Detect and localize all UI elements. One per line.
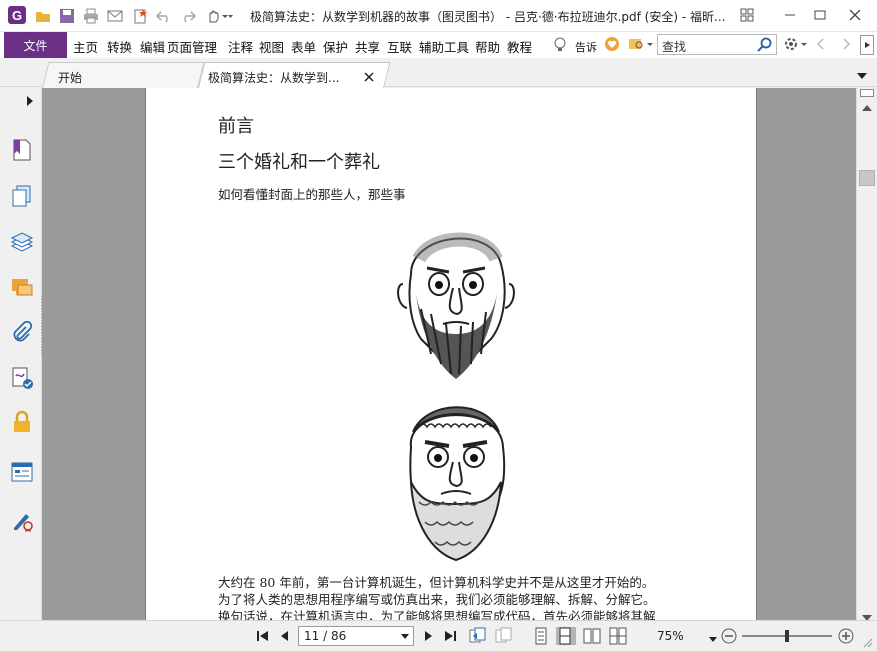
next-page-icon[interactable] xyxy=(419,627,437,645)
status-bar: 11 / 86 75% xyxy=(0,620,877,651)
undo-icon[interactable] xyxy=(155,8,172,24)
hand-tool-dropdown-icon[interactable] xyxy=(205,8,233,24)
find-options-icon[interactable] xyxy=(628,36,654,55)
heading-chapter: 三个婚礼和一个葬礼 xyxy=(218,152,380,173)
maximize-button[interactable] xyxy=(808,4,832,26)
ribbon-scroll-right-icon[interactable] xyxy=(860,35,874,55)
first-page-icon[interactable] xyxy=(254,627,272,645)
portrait-illustration-bald-man xyxy=(397,232,515,379)
tab-list-dropdown-icon[interactable] xyxy=(857,69,867,83)
ribbon-next-icon[interactable] xyxy=(842,37,852,54)
resize-grip-icon[interactable] xyxy=(862,637,874,651)
paragraph-line-3: 换句话说，在计算机语言中，为了能够将思想编写成代码，首先必须能够将其解 xyxy=(218,609,656,620)
ribbon-prev-icon[interactable] xyxy=(815,37,825,54)
lightbulb-icon xyxy=(553,37,567,56)
new-document-icon[interactable] xyxy=(132,8,148,24)
menu-item-view[interactable]: 视图 xyxy=(259,37,284,56)
search-input[interactable]: 查找 xyxy=(657,34,777,55)
bookmarks-icon[interactable] xyxy=(10,138,34,162)
layers-icon[interactable] xyxy=(10,230,34,254)
next-view-icon[interactable] xyxy=(495,627,513,645)
tell-me-label[interactable]: 告诉 xyxy=(575,39,597,55)
open-folder-icon[interactable] xyxy=(35,8,51,24)
comments-icon[interactable] xyxy=(10,276,34,300)
single-page-view-icon[interactable] xyxy=(532,627,550,645)
heart-icon[interactable] xyxy=(604,36,620,55)
continuous-facing-view-icon[interactable] xyxy=(609,627,627,645)
zoom-slider-track[interactable] xyxy=(742,630,832,642)
menu-bar: 文件 主页 转换 编辑 页面管理 注释 视图 表单 保护 共享 互联 辅助工具 … xyxy=(0,32,877,58)
menu-item-tutorial[interactable]: 教程 xyxy=(507,37,532,56)
previous-view-icon[interactable] xyxy=(469,627,487,645)
zoom-slider-thumb[interactable] xyxy=(785,630,789,642)
last-page-icon[interactable] xyxy=(441,627,459,645)
document-viewport[interactable]: 前言 三个婚礼和一个葬礼 如何看懂封面上的那些人，那些事 大约在 80 年前，第… xyxy=(42,88,856,620)
menu-item-share[interactable]: 共享 xyxy=(355,37,380,56)
page-dropdown-icon[interactable] xyxy=(401,634,409,640)
close-button[interactable] xyxy=(843,4,867,26)
menu-item-home[interactable]: 主页 xyxy=(73,37,98,56)
save-icon[interactable] xyxy=(59,8,75,24)
page-number-input[interactable]: 11 / 86 xyxy=(298,626,414,646)
close-tab-icon[interactable] xyxy=(364,71,374,85)
menu-item-accessibility[interactable]: 辅助工具 xyxy=(419,37,469,56)
zoom-out-icon[interactable] xyxy=(720,627,738,645)
page-indicator: 11 / 86 xyxy=(304,629,347,643)
portrait-illustration-bearded-man xyxy=(409,406,506,562)
certificate-pen-icon[interactable] xyxy=(10,508,34,532)
menu-item-page-management[interactable]: 页面管理 xyxy=(167,37,217,56)
menu-item-convert[interactable]: 转换 xyxy=(107,37,132,56)
content-panel-icon[interactable] xyxy=(10,460,34,484)
search-placeholder: 查找 xyxy=(662,40,687,54)
scroll-thumb[interactable] xyxy=(859,170,875,186)
file-menu-button[interactable]: 文件 xyxy=(4,32,67,58)
security-lock-icon[interactable] xyxy=(10,410,34,434)
email-icon[interactable] xyxy=(107,8,123,24)
split-view-handle[interactable] xyxy=(860,89,874,97)
expand-panel-icon[interactable] xyxy=(26,95,34,109)
title-bar: G 极简算法史：从数学到机器的故事（图灵图书） - 吕克·德·布拉班迪尔.pdf… xyxy=(0,0,877,32)
svg-text:G: G xyxy=(12,8,22,23)
restore-layout-icon[interactable] xyxy=(735,4,759,26)
redo-icon[interactable] xyxy=(180,8,197,24)
zoom-dropdown-icon[interactable] xyxy=(709,632,717,646)
search-icon[interactable] xyxy=(757,37,773,53)
menu-item-form[interactable]: 表单 xyxy=(291,37,316,56)
tab-document-label: 极简算法史：从数学到... xyxy=(208,71,340,85)
document-tab-bar: 开始 极简算法史：从数学到... xyxy=(0,58,877,88)
menu-item-connect[interactable]: 互联 xyxy=(387,37,412,56)
zoom-in-icon[interactable] xyxy=(837,627,855,645)
heading-preface: 前言 xyxy=(218,116,254,137)
window-title: 极简算法史：从数学到机器的故事（图灵图书） - 吕克·德·布拉班迪尔.pdf (… xyxy=(250,10,726,24)
facing-view-icon[interactable] xyxy=(583,627,601,645)
menu-item-edit[interactable]: 编辑 xyxy=(140,37,165,56)
zoom-level[interactable]: 75% xyxy=(657,629,684,643)
menu-item-protect[interactable]: 保护 xyxy=(323,37,348,56)
vertical-scrollbar[interactable] xyxy=(856,88,877,621)
subtitle-text: 如何看懂封面上的那些人，那些事 xyxy=(218,187,406,202)
app-logo-icon: G xyxy=(8,6,26,24)
settings-gear-icon[interactable] xyxy=(783,36,809,55)
navigation-panel xyxy=(0,88,44,620)
menu-item-help[interactable]: 帮助 xyxy=(475,37,500,56)
menu-item-comment[interactable]: 注释 xyxy=(228,37,253,56)
pdf-page: 前言 三个婚礼和一个葬礼 如何看懂封面上的那些人，那些事 大约在 80 年前，第… xyxy=(145,88,757,620)
signatures-icon[interactable] xyxy=(10,366,34,390)
print-icon[interactable] xyxy=(83,8,99,24)
scroll-up-icon[interactable] xyxy=(862,100,872,114)
continuous-view-icon[interactable] xyxy=(556,627,576,645)
minimize-button[interactable] xyxy=(778,4,802,26)
previous-page-icon[interactable] xyxy=(276,627,294,645)
page-thumbnails-icon[interactable] xyxy=(10,184,34,208)
attachments-icon[interactable] xyxy=(10,320,34,345)
tab-start-label: 开始 xyxy=(58,71,83,85)
